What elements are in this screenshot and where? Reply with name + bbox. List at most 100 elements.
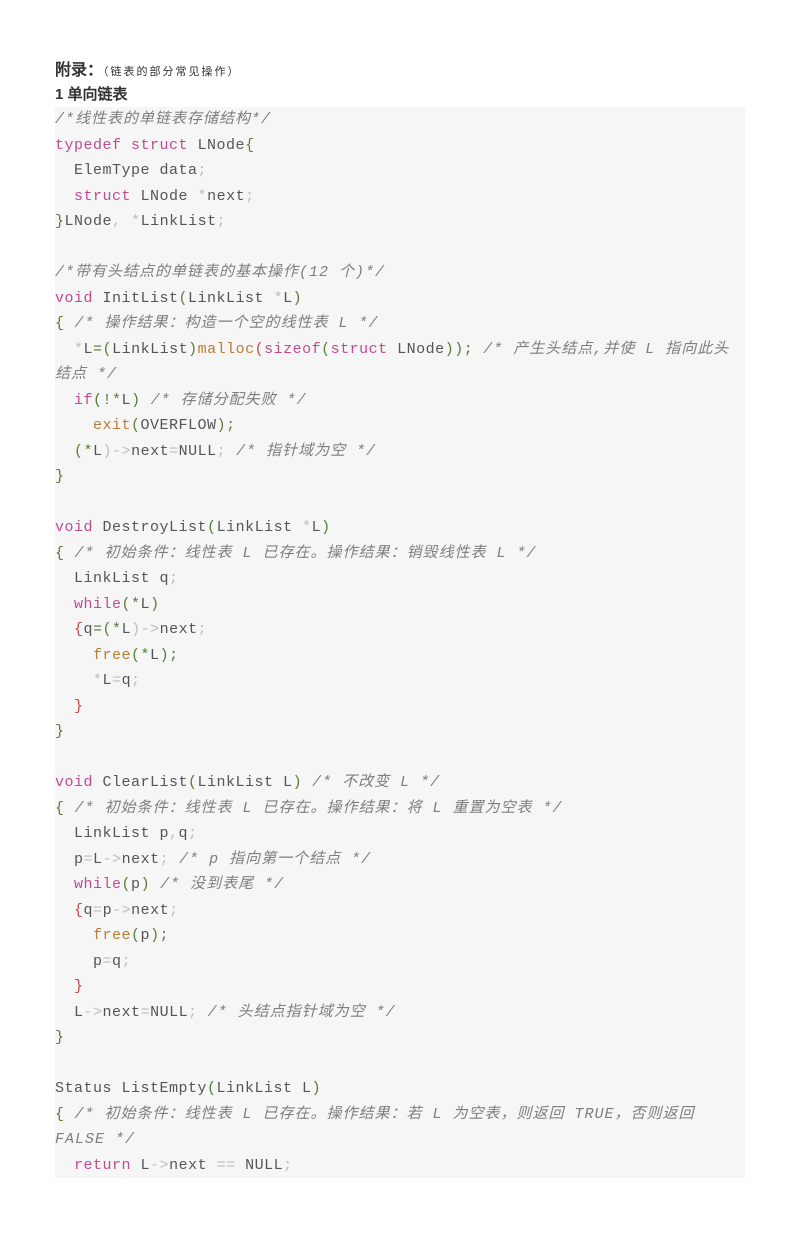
paren: ): [312, 1080, 322, 1097]
func-name: DestroyList: [93, 519, 207, 536]
appendix-label: 附录：: [55, 62, 103, 79]
paren: (: [179, 290, 189, 307]
indent: [55, 341, 74, 358]
var: p: [55, 851, 84, 868]
arrow: )->: [103, 443, 132, 460]
star: *: [93, 672, 103, 689]
paren: (: [188, 774, 198, 791]
name: LinkList: [141, 213, 217, 230]
indent: [55, 392, 74, 409]
arrow: ->: [103, 851, 122, 868]
semicolon: ;: [283, 1157, 293, 1174]
star: *: [122, 213, 141, 230]
var: L: [150, 647, 160, 664]
brace: }: [55, 213, 65, 230]
var: L: [55, 1004, 84, 1021]
comment: /* 初始条件：线性表 L 已存在。操作结果：若 L 为空表，则返回 TRUE，…: [55, 1106, 705, 1149]
var: q: [179, 825, 189, 842]
keyword-void: void: [55, 774, 93, 791]
comma: ,: [112, 213, 122, 230]
param: L: [283, 290, 293, 307]
const: NULL: [150, 1004, 188, 1021]
code-block: /*线性表的单链表存储结构*/ typedef struct LNode{ El…: [55, 107, 745, 1178]
semicolon: ;: [188, 825, 198, 842]
brace: }: [55, 723, 65, 740]
keyword-void: void: [55, 519, 93, 536]
keyword-while: while: [74, 876, 122, 893]
field: next: [131, 443, 169, 460]
indent: [55, 876, 74, 893]
appendix-heading: 附录：（链表的部分常见操作）: [55, 60, 745, 82]
var: L: [141, 596, 151, 613]
var: L: [93, 443, 103, 460]
param: LinkList: [188, 290, 274, 307]
indent: [55, 1157, 74, 1174]
arrow: ->: [112, 902, 131, 919]
func-call: exit: [55, 417, 131, 434]
type-name: LNode: [131, 188, 198, 205]
star: *: [74, 341, 84, 358]
appendix-subtitle: （链表的部分常见操作）: [103, 66, 241, 78]
var: L: [103, 672, 113, 689]
var: p: [141, 927, 151, 944]
indent: [55, 672, 93, 689]
brace: {: [55, 315, 65, 332]
comment: /* 指针域为空 */: [226, 443, 376, 460]
paren: =(*: [93, 621, 122, 638]
var: L: [93, 851, 103, 868]
paren: );: [217, 417, 236, 434]
eq: =: [169, 443, 179, 460]
field: next: [160, 621, 198, 638]
comment: /* 操作结果：构造一个空的线性表 L */: [65, 315, 379, 332]
field: next: [103, 1004, 141, 1021]
semicolon: ;: [169, 570, 179, 587]
paren: (: [321, 341, 331, 358]
eq: =: [112, 672, 122, 689]
comment: /* 没到表尾 */: [150, 876, 284, 893]
eq: =: [103, 953, 113, 970]
var: L: [122, 621, 132, 638]
comment: /* p 指向第一个结点 */: [169, 851, 371, 868]
arrow: ->: [84, 1004, 103, 1021]
star: *: [198, 188, 208, 205]
const: NULL: [236, 1157, 284, 1174]
field: next: [207, 188, 245, 205]
semicolon: ;: [198, 162, 208, 179]
eq: =: [84, 851, 94, 868]
star: *: [302, 519, 312, 536]
comment: /* 初始条件：线性表 L 已存在。操作结果：销毁线性表 L */: [65, 545, 537, 562]
var: q: [84, 621, 94, 638]
paren: (*: [122, 596, 141, 613]
name: LNode: [65, 213, 113, 230]
keyword-struct: struct: [331, 341, 388, 358]
semicolon: ;: [217, 443, 227, 460]
arrow: ->: [150, 1157, 169, 1174]
paren: (: [131, 417, 141, 434]
keyword-struct: struct: [74, 188, 131, 205]
paren: (: [207, 1080, 217, 1097]
semicolon: ;: [245, 188, 255, 205]
brace: {: [55, 545, 65, 562]
decl: LinkList q: [55, 570, 169, 587]
brace: }: [55, 1029, 65, 1046]
param: LinkList L: [198, 774, 293, 791]
decl: LinkList p: [55, 825, 169, 842]
semicolon: ;: [160, 851, 170, 868]
brace: {: [55, 621, 84, 638]
brace: {: [55, 800, 65, 817]
paren: ): [150, 596, 160, 613]
brace: {: [245, 137, 255, 154]
semicolon: ;: [131, 672, 141, 689]
var: L: [131, 1157, 150, 1174]
comment: /* 头结点指针域为空 */: [198, 1004, 396, 1021]
comment: /*带有头结点的单链表的基本操作(12 个)*/: [55, 264, 385, 281]
keyword-return: return: [74, 1157, 131, 1174]
paren: (: [255, 341, 265, 358]
comment: /*线性表的单链表存储结构*/: [55, 111, 271, 128]
param: LinkList: [217, 519, 303, 536]
func-name: InitList: [93, 290, 179, 307]
field: next: [131, 902, 169, 919]
eq: ==: [217, 1157, 236, 1174]
brace: }: [55, 468, 65, 485]
brace: {: [55, 1106, 65, 1123]
